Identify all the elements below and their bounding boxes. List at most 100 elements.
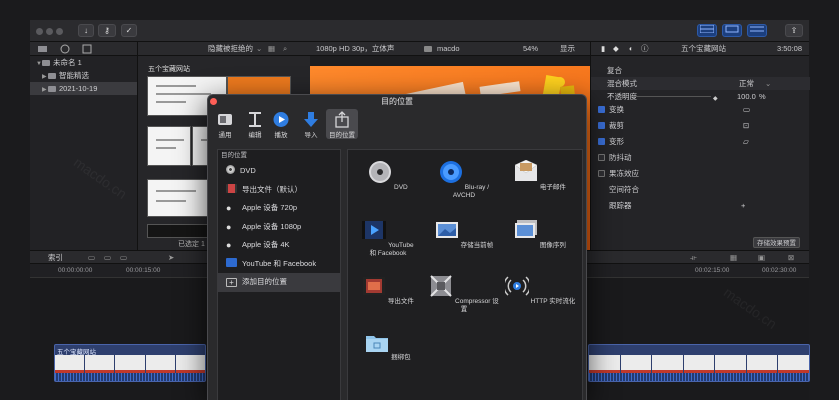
background-tasks-button[interactable]: ✓ bbox=[121, 24, 137, 37]
share-button[interactable]: ⇪ bbox=[785, 24, 803, 37]
destination-item-dvd[interactable]: DVD bbox=[218, 162, 340, 181]
tab-import[interactable]: 导入 bbox=[296, 109, 326, 139]
grid-destination-youtube-facebook[interactable]: YouTube 和 Facebook bbox=[352, 218, 424, 258]
selection-status: 已选定 1 bbox=[178, 241, 205, 248]
add-icon[interactable]: + bbox=[741, 199, 745, 212]
grid-destination-save-frame[interactable]: 存储当前帧 bbox=[428, 218, 500, 250]
spatial-conform-row[interactable]: 空间符合 bbox=[591, 183, 810, 196]
transitions-browser-icon[interactable]: ⊠ bbox=[788, 251, 794, 265]
tab-general[interactable]: 通用 bbox=[210, 109, 240, 139]
save-frame-icon bbox=[435, 222, 458, 238]
chevron-updown-icon[interactable]: ⌄ bbox=[256, 42, 262, 56]
effects-browser-icon[interactable]: ▣ bbox=[758, 251, 765, 265]
grid-destination-bundle[interactable]: 捆绑包 bbox=[352, 330, 424, 362]
grid-destination-http-live[interactable]: HTTP 实时流化 bbox=[502, 274, 576, 306]
tab-playback[interactable]: 播放 bbox=[266, 109, 296, 139]
share-icon bbox=[335, 111, 349, 128]
library-toggle-button[interactable] bbox=[697, 24, 717, 37]
dialog-title: 目的位置 bbox=[381, 97, 413, 106]
destination-item-apple-720p[interactable]: ● Apple 设备 720p bbox=[218, 199, 340, 218]
stabilize-row[interactable]: 防抖动 bbox=[591, 151, 810, 164]
rolling-shutter-checkbox[interactable] bbox=[598, 170, 605, 177]
timeline-toggle-button[interactable] bbox=[722, 24, 742, 37]
add-icon: + bbox=[226, 278, 237, 287]
youtube-facebook-icon bbox=[362, 221, 387, 239]
chevron-updown-icon[interactable]: ⌄ bbox=[765, 77, 771, 90]
rolling-shutter-row[interactable]: 果冻效应 bbox=[591, 167, 810, 180]
destination-item-export-file[interactable]: 导出文件（默认） bbox=[218, 181, 340, 200]
clip-thumbnail[interactable] bbox=[147, 126, 191, 166]
inspector-panel: ▮ ◆ ◐ ⓘ 五个宝藏网站 3:50:08 复合 混合模式 正常 ⌄ 不透明度… bbox=[590, 42, 810, 250]
export-file-icon bbox=[363, 277, 386, 295]
timeline-clip[interactable] bbox=[588, 344, 810, 382]
browser-header: 隐藏被拒绝的 ⌄ ▦ ⌕ bbox=[138, 42, 310, 56]
distort-onscreen-icon[interactable]: ▱ bbox=[743, 135, 749, 148]
inspector-toggle-button[interactable] bbox=[747, 24, 767, 37]
folder-icon bbox=[48, 73, 56, 79]
filter-dropdown[interactable]: 隐藏被拒绝的 bbox=[208, 44, 253, 53]
zoom-dropdown[interactable]: 54% bbox=[523, 42, 538, 56]
transform-row[interactable]: 变换 ▭ bbox=[591, 103, 810, 116]
library-item-smart[interactable]: ▶ 智能精选 bbox=[30, 69, 137, 82]
tab-destinations[interactable]: 目的位置 bbox=[326, 109, 358, 139]
email-icon bbox=[514, 159, 538, 181]
info-inspector-icon[interactable]: ⓘ bbox=[641, 42, 649, 56]
transform-onscreen-icon[interactable]: ▭ bbox=[743, 103, 750, 116]
library-item-root[interactable]: ▼ 未命名 1 bbox=[30, 56, 137, 69]
audio-inspector-icon[interactable]: ◐ bbox=[629, 42, 634, 56]
grid-destination-export-file[interactable]: 导出文件 bbox=[352, 274, 424, 306]
opacity-row: 不透明度 ◆ 100.0 % bbox=[591, 90, 810, 103]
display-dropdown[interactable]: 显示 bbox=[560, 42, 575, 56]
viewer-header: 1080p HD 30p，立体声 macdo 54% 显示 bbox=[310, 42, 590, 56]
window-minimize-button[interactable] bbox=[46, 28, 53, 35]
insert-clip-icon[interactable]: ▭ bbox=[104, 251, 111, 265]
overwrite-clip-icon[interactable]: ▭ bbox=[120, 251, 127, 265]
transform-checkbox[interactable] bbox=[598, 106, 605, 113]
library-item-event[interactable]: ▶ 2021-10-19 bbox=[30, 82, 137, 95]
color-inspector-icon[interactable]: ◆ bbox=[613, 42, 619, 56]
grid-destination-email[interactable]: 电子邮件 bbox=[504, 159, 576, 192]
import-button[interactable]: ↓ bbox=[78, 24, 94, 37]
library-icon[interactable] bbox=[38, 45, 47, 53]
opacity-slider-track[interactable] bbox=[631, 96, 711, 97]
keywords-button[interactable]: ⚷ bbox=[98, 24, 116, 37]
switch-icon bbox=[218, 114, 232, 125]
inspector-timecode: 3:50:08 bbox=[777, 44, 803, 53]
opacity-value[interactable]: 100.0 bbox=[737, 90, 756, 103]
grid-destination-bluray[interactable]: Blu-ray / AVCHD bbox=[428, 160, 500, 200]
append-clip-icon[interactable]: ▭ bbox=[88, 251, 95, 265]
crop-checkbox[interactable] bbox=[598, 122, 605, 129]
photos-icon[interactable] bbox=[60, 44, 70, 54]
select-tool-icon[interactable]: ➤ bbox=[168, 251, 174, 265]
search-icon[interactable]: ⌕ bbox=[283, 42, 287, 56]
distort-checkbox[interactable] bbox=[598, 138, 605, 145]
stabilize-checkbox[interactable] bbox=[598, 154, 605, 161]
blend-mode-row: 混合模式 正常 ⌄ bbox=[591, 77, 810, 90]
tracker-row[interactable]: 跟踪器 + bbox=[591, 199, 810, 212]
timeline-clip[interactable]: 五个宝藏网站 bbox=[54, 344, 206, 382]
blend-mode-dropdown[interactable]: 正常 bbox=[739, 77, 754, 90]
destination-item-youtube-facebook[interactable]: YouTube 和 Facebook bbox=[218, 255, 340, 274]
clip-appearance-icon[interactable]: ▦ bbox=[730, 251, 737, 265]
bundle-folder-icon bbox=[366, 336, 389, 352]
destination-item-apple-4k[interactable]: ● Apple 设备 4K bbox=[218, 236, 340, 255]
skimming-icon[interactable]: ⟛ bbox=[690, 251, 697, 265]
index-button[interactable]: 索引 bbox=[48, 251, 63, 265]
add-destination-item[interactable]: + 添加目的位置 bbox=[218, 273, 340, 292]
grid-destination-compressor[interactable]: Compressor 设置 bbox=[428, 274, 500, 314]
event-icon bbox=[48, 86, 56, 92]
crop-row[interactable]: 裁剪 ⊡ bbox=[591, 119, 810, 132]
window-zoom-button[interactable] bbox=[56, 28, 63, 35]
window-close-button[interactable] bbox=[36, 28, 43, 35]
grid-destination-image-sequence[interactable]: 图像序列 bbox=[504, 218, 576, 250]
grid-destination-dvd[interactable]: DVD bbox=[352, 160, 424, 192]
video-inspector-icon[interactable]: ▮ bbox=[601, 42, 605, 56]
save-effects-preset-button[interactable]: 存储效果预置 bbox=[753, 237, 800, 248]
sliders-icon bbox=[750, 26, 764, 32]
clip-appearance-icon[interactable]: ▦ bbox=[268, 42, 275, 56]
distort-row[interactable]: 变形 ▱ bbox=[591, 135, 810, 148]
crop-onscreen-icon[interactable]: ⊡ bbox=[743, 119, 749, 132]
library-icon bbox=[42, 60, 50, 66]
destination-item-apple-1080p[interactable]: ● Apple 设备 1080p bbox=[218, 218, 340, 237]
music-icon[interactable] bbox=[82, 44, 92, 54]
